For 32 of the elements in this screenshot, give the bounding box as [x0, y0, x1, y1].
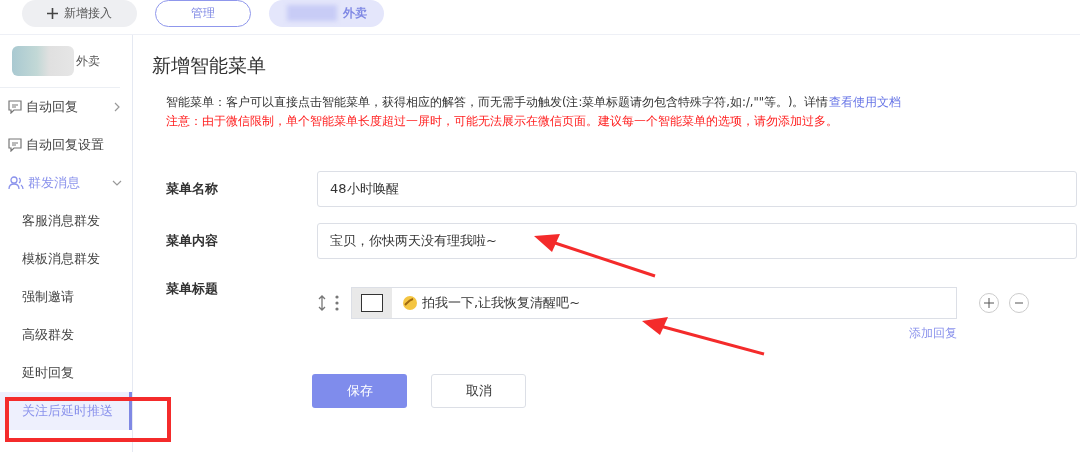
remove-icon[interactable] [1009, 293, 1029, 313]
sidebar-subitem[interactable]: 高级群发 [0, 316, 132, 354]
intro-text: 智能菜单：客户可以直接点击智能菜单，获得相应的解答，而无需手动触发(注:菜单标题请勿包含特殊字符,如:/,""等。)。详情查看使用文档 [166, 94, 902, 111]
field-label: 菜单内容 [166, 232, 219, 250]
account-name: 外卖 [76, 52, 100, 70]
emoji-icon [402, 295, 418, 311]
add-icon[interactable] [979, 293, 999, 313]
image-slot[interactable] [352, 288, 392, 318]
field-label: 菜单标题 [166, 281, 219, 298]
users-icon [8, 176, 24, 190]
plus-icon [47, 7, 58, 19]
docs-link[interactable]: 查看使用文档 [828, 95, 901, 109]
chevron-down-icon [112, 178, 122, 188]
sidebar-item[interactable]: 自动回复设置 [0, 126, 132, 164]
content-field[interactable]: 宝贝，你快两天没有理我啦~ [317, 223, 1077, 259]
warning-text: 注意：由于微信限制，单个智能菜单长度超过一屏时，可能无法展示在微信页面。建议每一个智能菜单的选项，请勿添加过多。 [166, 113, 839, 130]
chevron-right-icon [112, 102, 122, 112]
field-label: 菜单名称 [166, 180, 219, 198]
sidebar-subitem[interactable]: 延时回复 [0, 354, 132, 392]
cancel-button[interactable]: 取消 [431, 374, 526, 408]
avatar-placeholder [12, 46, 74, 76]
chat-icon [8, 138, 22, 152]
sidebar-item[interactable]: 自动回复 [0, 88, 132, 126]
sidebar-subitem[interactable]: 模板消息群发 [0, 240, 132, 278]
name-field[interactable]: 48小时唤醒 [317, 171, 1077, 207]
page-title: 新增智能菜单 [152, 53, 267, 78]
blurred-label [286, 5, 337, 21]
top-tab[interactable]: 新增接入 [22, 0, 137, 27]
chat-icon [8, 100, 22, 114]
menu-title-row[interactable]: 拍我一下,让我恢复清醒吧~ [351, 287, 957, 319]
sidebar-subitem[interactable]: 强制邀请 [0, 278, 132, 316]
sidebar-subitem[interactable]: 客服消息群发 [0, 202, 132, 240]
